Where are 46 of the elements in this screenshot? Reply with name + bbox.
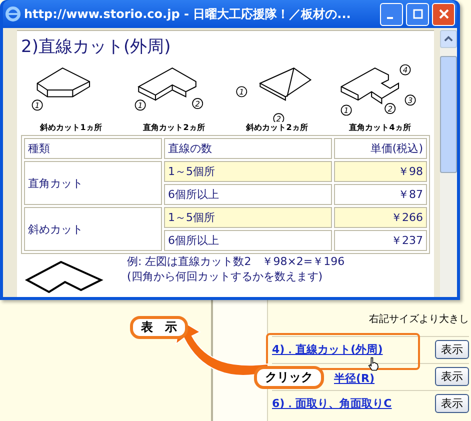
hand-cursor-icon bbox=[368, 357, 379, 371]
category-link[interactable]: 半径(R) bbox=[334, 367, 375, 386]
table-cell: ￥266 bbox=[334, 207, 427, 228]
table-cell: 1～5個所 bbox=[164, 207, 332, 228]
table-cell: 直角カット bbox=[24, 161, 162, 205]
maximize-button[interactable] bbox=[406, 2, 429, 26]
minimize-button[interactable] bbox=[380, 2, 403, 26]
table-header: 単価(税込) bbox=[334, 138, 427, 159]
table-cell: 6個所以上 bbox=[164, 184, 332, 205]
category-link[interactable]: 6)．面取り、角面取りC bbox=[272, 396, 392, 411]
table-cell: ￥98 bbox=[334, 161, 427, 182]
category-link[interactable]: 4)．直線カット(外周) bbox=[272, 342, 383, 357]
show-callout: 表 示 bbox=[130, 316, 188, 339]
table-cell: ￥87 bbox=[334, 184, 427, 205]
maximize-icon bbox=[412, 9, 422, 19]
scroll-up-button[interactable] bbox=[440, 30, 457, 48]
diagram-caption: 直角カット4ヵ所 bbox=[349, 122, 411, 133]
board-cut-drawing: 1 bbox=[25, 58, 117, 122]
board-cut-drawing: 1 2 bbox=[231, 58, 323, 122]
example-text: 例: 左図は直線カット数2 ￥98×2=￥196 bbox=[127, 254, 345, 269]
show-button[interactable]: 表示 bbox=[435, 340, 469, 359]
caret-up-icon bbox=[444, 36, 453, 42]
table-cell: ￥237 bbox=[334, 230, 427, 251]
table-header: 直線の数 bbox=[164, 138, 332, 159]
diagram-caption: 斜めカット2ヵ所 bbox=[246, 122, 308, 133]
scrollbar[interactable] bbox=[440, 28, 457, 297]
example-text: (四角から何回カットするかを数えます) bbox=[127, 269, 324, 284]
table-cell: 1～5個所 bbox=[164, 161, 332, 182]
table-cell: 6個所以上 bbox=[164, 230, 332, 251]
table-cell: 斜めカット bbox=[24, 207, 162, 251]
diagram-caption: 直角カット2ヵ所 bbox=[143, 122, 205, 133]
table-header: 種類 bbox=[24, 138, 162, 159]
show-button[interactable]: 表示 bbox=[435, 367, 469, 386]
board-cut-drawing: 1 2 3 4 bbox=[334, 58, 426, 122]
minimize-icon bbox=[386, 17, 392, 19]
window-title: http://www.storio.co.jp - 日曜大工応援隊！／板材の... bbox=[24, 6, 352, 22]
scroll-thumb[interactable] bbox=[440, 56, 457, 173]
close-icon bbox=[438, 9, 448, 19]
browser-icon bbox=[5, 6, 21, 22]
size-note: 右記サイズより大きし bbox=[368, 312, 469, 327]
board-cut-drawing: 1 2 bbox=[128, 58, 220, 122]
diagram-caption: 斜めカット1ヵ所 bbox=[40, 122, 102, 133]
show-button[interactable]: 表示 bbox=[435, 394, 469, 413]
close-button[interactable] bbox=[432, 2, 455, 26]
section-heading: 2)直線カット(外周) bbox=[21, 36, 172, 58]
click-callout: クリック bbox=[254, 366, 324, 389]
